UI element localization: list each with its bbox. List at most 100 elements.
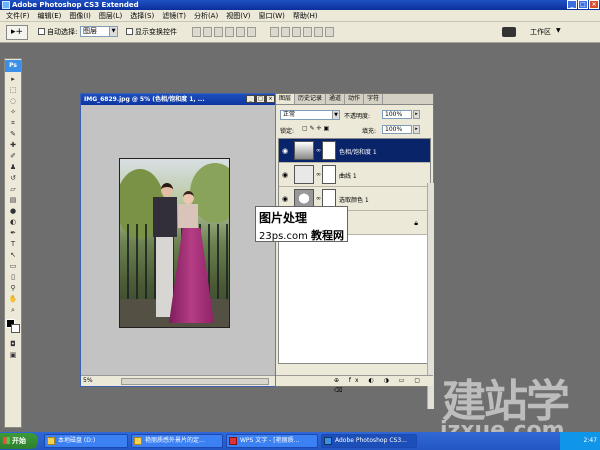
shape-tool-icon[interactable]: ▭ <box>7 261 19 271</box>
task-wps[interactable]: WPS 文字 - [艳丽质... <box>226 434 318 448</box>
auto-select-label: 自动选择: <box>47 28 78 36</box>
history-brush-icon[interactable]: ↺ <box>7 173 19 183</box>
notes-tool-icon[interactable]: ▯ <box>7 272 19 282</box>
zoom-tool-icon[interactable]: ⌕ <box>7 305 19 315</box>
show-transform-checkbox[interactable] <box>126 28 133 35</box>
layers-list: ◉ ∞ 色相/饱和度 1 ◉ ∞ 曲线 1 ◉ ∞ 选取颜色 1 ◉ 背景 🔒︎ <box>278 138 434 409</box>
screen-mode-icon[interactable]: ▣ <box>7 350 19 360</box>
document-maximize-button[interactable]: □ <box>256 95 265 103</box>
menu-select[interactable]: 选择(S) <box>126 10 158 22</box>
chevron-down-icon: ▼ <box>109 27 117 36</box>
align-hcenter-icon[interactable] <box>236 27 245 37</box>
clone-stamp-icon[interactable]: ♟ <box>7 162 19 172</box>
task-local-disk[interactable]: 本地磁盘 (D:) <box>44 434 128 448</box>
distribute-left-icon[interactable] <box>303 27 312 37</box>
fill-arrow-icon[interactable]: ▸ <box>413 125 420 134</box>
menu-window[interactable]: 窗口(W) <box>254 10 288 22</box>
visibility-eye-icon[interactable]: ◉ <box>282 171 288 179</box>
layer-row[interactable]: ◉ ∞ 曲线 1 <box>279 163 430 187</box>
distribute-hcenter-icon[interactable] <box>314 27 323 37</box>
healing-brush-icon[interactable]: ✚ <box>7 140 19 150</box>
type-tool-icon[interactable]: T <box>7 239 19 249</box>
slice-tool-icon[interactable]: ✎ <box>7 129 19 139</box>
color-swatches[interactable] <box>6 319 20 333</box>
task-folder[interactable]: 艳丽质感外景片的定... <box>131 434 223 448</box>
align-buttons <box>192 27 256 37</box>
quick-mask-icon[interactable]: ◘ <box>7 339 19 349</box>
distribute-bottom-icon[interactable] <box>292 27 301 37</box>
menu-filter[interactable]: 滤镜(T) <box>158 10 190 22</box>
pen-tool-icon[interactable]: ✒ <box>7 228 19 238</box>
move-tool-preset-icon[interactable]: ▸+ <box>6 25 28 40</box>
document-close-button[interactable]: × <box>266 95 275 103</box>
opacity-input[interactable]: 100% <box>382 110 412 119</box>
distribute-top-icon[interactable] <box>270 27 279 37</box>
minimize-button[interactable]: _ <box>567 0 577 9</box>
align-vcenter-icon[interactable] <box>203 27 212 37</box>
workspace-icon[interactable] <box>502 27 516 37</box>
photo-groom-body <box>153 197 177 237</box>
document-minimize-button[interactable]: _ <box>246 95 255 103</box>
auto-select-checkbox[interactable] <box>38 28 45 35</box>
gradient-tool-icon[interactable]: ▤ <box>7 195 19 205</box>
maximize-button[interactable]: □ <box>578 0 588 9</box>
menu-view[interactable]: 视图(V) <box>222 10 254 22</box>
document-canvas[interactable] <box>81 105 276 375</box>
visibility-eye-icon[interactable]: ◉ <box>282 195 288 203</box>
eyedropper-tool-icon[interactable]: ⚲ <box>7 283 19 293</box>
tab-history[interactable]: 历史记录 <box>295 94 327 104</box>
distribute-right-icon[interactable] <box>325 27 334 37</box>
align-top-icon[interactable] <box>192 27 201 37</box>
blend-mode-dropdown[interactable]: 正常 ▼ <box>280 110 340 120</box>
close-button[interactable]: × <box>589 0 599 9</box>
show-transform-label: 显示变换控件 <box>135 28 177 36</box>
menu-file[interactable]: 文件(F) <box>2 10 34 22</box>
brush-tool-icon[interactable]: ✐ <box>7 151 19 161</box>
tab-character[interactable]: 字符 <box>364 94 384 104</box>
fill-label: 填充: <box>362 128 377 135</box>
opacity-arrow-icon[interactable]: ▸ <box>413 110 420 119</box>
app-title: Adobe Photoshop CS3 Extended <box>12 1 139 9</box>
distribute-vcenter-icon[interactable] <box>281 27 290 37</box>
blur-tool-icon[interactable]: ● <box>7 206 19 216</box>
align-right-icon[interactable] <box>247 27 256 37</box>
document-window: IMG_6829.jpg @ 5% (色相/饱和度 1, ... _ □ × 5… <box>80 93 277 387</box>
adjustment-thumbnail <box>294 165 314 184</box>
menu-edit[interactable]: 编辑(E) <box>34 10 66 22</box>
workspace-chevron-down-icon[interactable]: ▼ <box>556 27 561 34</box>
visibility-eye-icon[interactable]: ◉ <box>282 147 288 155</box>
crop-tool-icon[interactable]: ⌗ <box>7 118 19 128</box>
auto-select-dropdown[interactable]: 图层 ▼ <box>80 26 118 37</box>
menu-image[interactable]: 图像(I) <box>65 10 95 22</box>
layer-row[interactable]: ◉ ∞ 色相/饱和度 1 <box>279 139 430 163</box>
lock-label: 锁定: <box>280 128 295 135</box>
menu-help[interactable]: 帮助(H) <box>289 10 322 22</box>
marquee-tool-icon[interactable]: ⬚ <box>7 85 19 95</box>
tab-layers[interactable]: 图层 <box>276 94 296 104</box>
menu-layer[interactable]: 图层(L) <box>95 10 126 22</box>
panel-bottom-icons[interactable]: ⊕ fx ◐ ◑ ▭ ▢ ⌫ <box>276 375 433 394</box>
align-left-icon[interactable] <box>225 27 234 37</box>
tab-channels[interactable]: 通道 <box>326 94 346 104</box>
start-button[interactable]: 开始 <box>0 433 38 449</box>
drive-icon <box>47 437 55 445</box>
horizontal-scrollbar[interactable] <box>121 378 269 385</box>
workspace-label[interactable]: 工作区 <box>530 27 551 37</box>
eraser-tool-icon[interactable]: ▱ <box>7 184 19 194</box>
fill-input[interactable]: 100% <box>382 125 412 134</box>
site-watermark-box: 图片处理 23ps.com 教程网 <box>255 206 348 242</box>
path-selection-icon[interactable]: ↖ <box>7 250 19 260</box>
lock-icons[interactable]: ▢ ✎ ✛ ▣ <box>302 125 329 132</box>
hand-tool-icon[interactable]: ✋ <box>7 294 19 304</box>
task-photoshop[interactable]: Adobe Photoshop CS3... <box>321 434 417 448</box>
adjustment-thumbnail <box>294 141 314 160</box>
background-color-swatch[interactable] <box>11 324 20 333</box>
dodge-tool-icon[interactable]: ◐ <box>7 217 19 227</box>
align-bottom-icon[interactable] <box>214 27 223 37</box>
zoom-level[interactable]: 5% <box>83 377 93 384</box>
magic-wand-tool-icon[interactable]: ✧ <box>7 107 19 117</box>
move-tool-icon[interactable]: ▸ <box>7 74 19 84</box>
menu-analysis[interactable]: 分析(A) <box>190 10 222 22</box>
tab-actions[interactable]: 动作 <box>345 94 365 104</box>
lasso-tool-icon[interactable]: ◌ <box>7 96 19 106</box>
